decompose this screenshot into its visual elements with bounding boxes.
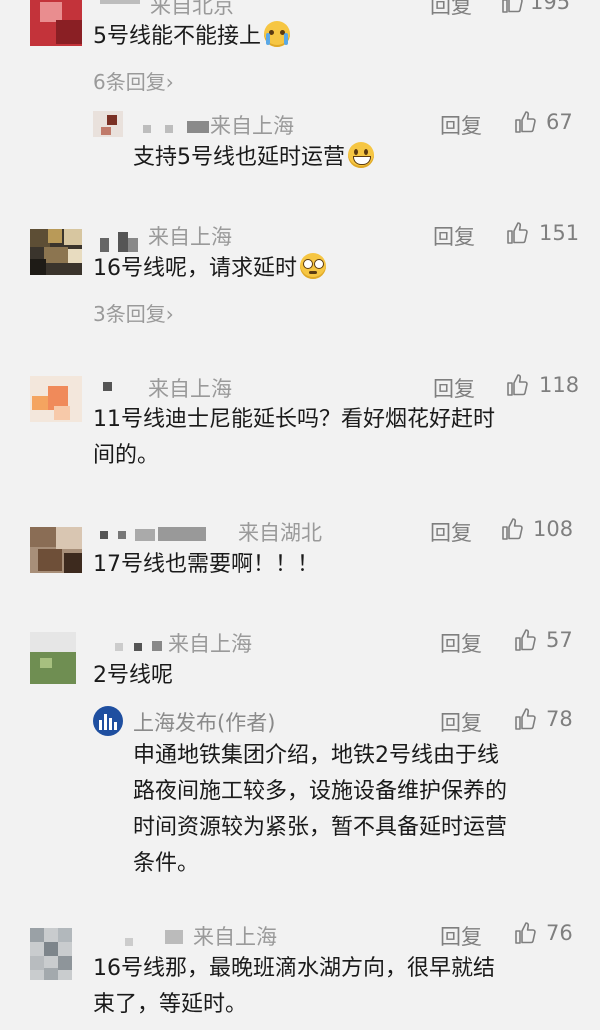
comment-text: 11号线迪士尼能延长吗？看好烟花好赶时 间的。	[93, 407, 495, 468]
chevron-right-icon: ›	[165, 70, 174, 94]
reply-button[interactable]: 回复	[440, 628, 482, 658]
like-count: 195	[530, 0, 571, 14]
like-count: 118	[539, 373, 580, 397]
comment-text: 申通地铁集团介绍，地铁2号线由于线 路夜间施工较多，设施设备维护保养的 时间资源…	[133, 743, 508, 876]
like-count: 67	[546, 110, 573, 134]
author-name[interactable]: 上海发布(作者)	[133, 707, 275, 737]
thumbs-up-icon[interactable]	[505, 221, 529, 245]
username-redacted	[103, 382, 112, 391]
author-avatar[interactable]	[93, 706, 123, 736]
username-redacted	[100, 531, 108, 539]
like-count: 151	[539, 221, 580, 245]
comment-region: 来自上海	[148, 377, 232, 401]
thumbs-up-icon[interactable]	[500, 0, 524, 14]
avatar[interactable]	[30, 632, 76, 684]
like-count: 76	[546, 921, 573, 945]
username-redacted	[115, 643, 123, 651]
avatar[interactable]	[30, 527, 82, 573]
avatar[interactable]	[93, 111, 123, 137]
thumbs-up-icon[interactable]	[513, 921, 537, 945]
reply-button[interactable]: 回复	[440, 110, 482, 140]
comment-text: 16号线呢，请求延时	[93, 251, 326, 287]
comment-text: 16号线那，最晚班滴水湖方向，很早就结 束了，等延时。	[93, 956, 495, 1017]
reply-button[interactable]: 回复	[440, 921, 482, 951]
reply-button[interactable]: 回复	[440, 707, 482, 737]
comment-region: 来自北京	[150, 0, 234, 18]
avatar[interactable]	[30, 928, 72, 980]
chevron-right-icon: ›	[165, 302, 174, 326]
username-redacted	[100, 238, 109, 252]
reply-button[interactable]: 回复	[433, 373, 475, 403]
crying-emoji-icon	[264, 21, 290, 47]
like-count: 108	[533, 517, 574, 541]
comment-text: 支持5号线也延时运营	[133, 140, 374, 176]
comment-region: 来自上海	[193, 925, 277, 949]
comment-region: 来自上海	[210, 114, 294, 138]
view-replies-link[interactable]: 6条回复›	[93, 66, 174, 95]
username-redacted	[125, 938, 133, 946]
comment-text: 17号线也需要啊！！！	[93, 552, 319, 577]
comment-text: 5号线能不能接上	[93, 19, 290, 55]
avatar[interactable]	[30, 229, 82, 275]
thumbs-up-icon[interactable]	[513, 110, 537, 134]
comment-region: 来自上海	[168, 632, 252, 656]
avatar[interactable]	[30, 0, 82, 46]
reply-button[interactable]: 回复	[430, 517, 472, 547]
reply-button[interactable]: 回复	[433, 221, 475, 251]
pleading-emoji-icon	[300, 253, 326, 279]
like-count: 57	[546, 628, 573, 652]
comment-text: 2号线呢	[93, 663, 173, 688]
thumbs-up-icon[interactable]	[513, 707, 537, 731]
username-redacted	[143, 125, 151, 133]
thumbs-up-icon[interactable]	[513, 628, 537, 652]
thumbs-up-icon[interactable]	[500, 517, 524, 541]
username-redacted	[100, 0, 140, 4]
thumbs-up-icon[interactable]	[505, 373, 529, 397]
comment-region: 来自湖北	[238, 521, 322, 545]
grinning-emoji-icon	[348, 142, 374, 168]
like-count: 78	[546, 707, 573, 731]
view-replies-link[interactable]: 3条回复›	[93, 298, 174, 327]
reply-button[interactable]: 回复	[430, 0, 472, 20]
comment-region: 来自上海	[148, 225, 232, 249]
avatar[interactable]	[30, 376, 82, 422]
